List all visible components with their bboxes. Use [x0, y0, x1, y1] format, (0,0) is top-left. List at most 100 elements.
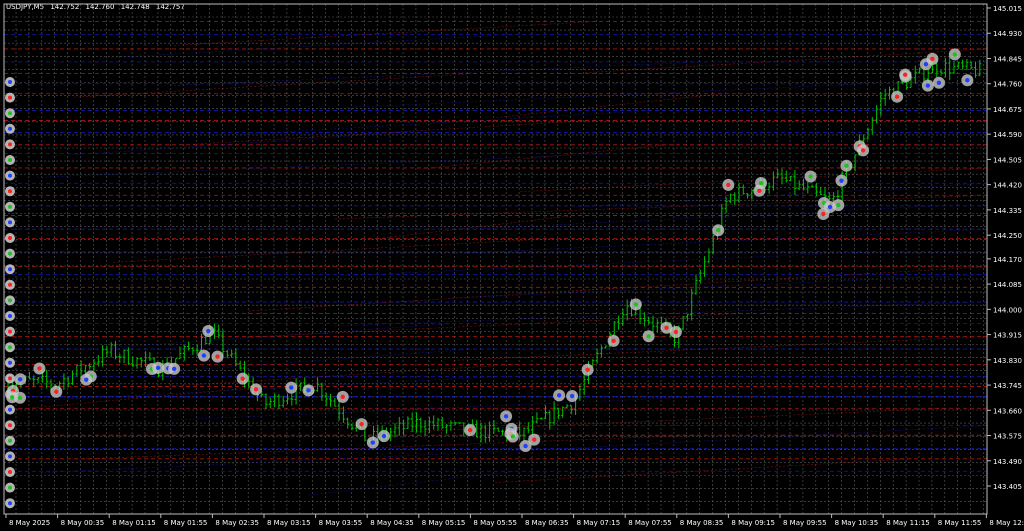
trade-marker-dot — [930, 56, 935, 62]
trade-marker-dot — [8, 314, 12, 318]
chart-grid — [4, 4, 987, 514]
price-tick-label: 144.420 — [993, 182, 1022, 190]
trade-connector — [51, 132, 404, 157]
price-chart[interactable]: 145.015 144.930 144.845 144.760 144.675 144.5… — [0, 0, 1024, 531]
trade-connector — [344, 251, 869, 276]
trade-marker-dot — [808, 174, 813, 179]
price-tick-label: 144.335 — [993, 207, 1022, 215]
time-tick-label: 8 May 07:15 — [577, 519, 621, 527]
price-tick-label: 143.490 — [993, 458, 1022, 466]
trade-marker-dot — [503, 414, 509, 419]
time-tick-label: 8 May 06:35 — [525, 519, 569, 527]
trade-marker-dot — [17, 395, 23, 400]
price-tick-label: 143.745 — [993, 382, 1022, 390]
trade-marker-dot — [8, 126, 12, 131]
trade-marker-dot — [370, 440, 376, 445]
trade-marker-dot — [201, 353, 207, 358]
time-tick-label: 8 May 11:55 — [938, 519, 982, 527]
trade-connector — [551, 425, 988, 450]
trade-marker-dot — [8, 501, 12, 506]
trade-marker-dot — [8, 345, 12, 350]
trade-lines — [4, 21, 988, 496]
price-tick-label: 144.085 — [993, 281, 1022, 289]
trade-connector — [447, 274, 988, 299]
trade-marker-dot — [8, 360, 12, 365]
trade-marker-dot — [585, 367, 590, 372]
trade-marker-dot — [381, 433, 387, 439]
trade-marker-dot — [836, 202, 841, 208]
price-tick-label: 143.660 — [993, 407, 1022, 415]
trade-marker-dot — [8, 454, 12, 459]
trade-marker-dot — [171, 366, 177, 372]
trade-marker-dot — [206, 328, 211, 334]
time-tick-label: 8 May 05:15 — [422, 519, 466, 527]
trade-marker-dot — [8, 204, 12, 209]
trade-connector — [371, 215, 575, 240]
price-tick-label: 143.405 — [993, 483, 1022, 491]
trade-connector — [405, 407, 947, 433]
trade-marker-dot — [84, 377, 89, 382]
trade-marker-dot — [860, 148, 866, 153]
trade-marker-dot — [844, 163, 849, 168]
trade-marker-dot — [839, 178, 844, 183]
trade-marker-dot — [556, 393, 562, 398]
trade-connector — [81, 434, 699, 460]
trade-marker-dot — [8, 189, 12, 194]
trade-marker-dot — [611, 338, 616, 344]
trade-marker-dot — [8, 111, 12, 116]
trade-marker-dot — [9, 395, 15, 400]
trade-marker-dot — [8, 80, 12, 84]
trade-marker-dot — [8, 376, 12, 381]
trade-connector — [334, 301, 975, 327]
candles — [6, 56, 982, 447]
trade-marker-dot — [253, 387, 259, 392]
trade-connector — [466, 228, 988, 254]
time-tick-label: 8 May 03:55 — [319, 519, 363, 527]
trade-marker-dot — [936, 80, 942, 86]
trade-connector — [4, 386, 266, 411]
trade-marker-dot — [37, 366, 42, 371]
trade-marker-dot — [673, 329, 679, 335]
trade-marker-dot — [306, 388, 311, 393]
chart-frame — [3, 3, 988, 515]
trade-marker-dot — [821, 211, 826, 217]
trade-marker-dot — [758, 180, 764, 186]
trade-connector — [308, 470, 516, 496]
trade-marker-dot — [8, 236, 12, 240]
trade-marker-dot — [8, 485, 12, 490]
trade-connector — [248, 287, 629, 312]
trade-marker-dot — [8, 438, 12, 443]
price-tick-label: 144.675 — [993, 106, 1022, 114]
trade-marker-dot — [8, 158, 12, 162]
price-tick-label: 144.590 — [993, 131, 1022, 139]
price-axis: 145.015 144.930 144.845 144.760 144.675 144.5… — [987, 5, 1022, 491]
trade-marker-dot — [289, 385, 294, 390]
trade-marker-dot — [240, 376, 245, 381]
trade-marker-dot — [215, 354, 220, 359]
trade-marker-dot — [8, 251, 12, 256]
trade-marker-dot — [569, 393, 575, 399]
trade-marker-dot — [359, 421, 364, 427]
time-tick-label: 8 May 11:15 — [886, 519, 930, 527]
time-tick-label: 8 May 01:15 — [112, 519, 156, 527]
trade-marker-dot — [8, 95, 12, 100]
trade-connector — [98, 34, 510, 59]
trade-marker-dot — [902, 72, 908, 77]
price-tick-label: 144.000 — [993, 306, 1022, 314]
price-tick-label: 144.505 — [993, 156, 1022, 164]
trade-connector — [136, 364, 518, 389]
trade-connector — [112, 323, 452, 348]
trade-connector — [44, 448, 562, 473]
trade-connector — [242, 110, 651, 135]
trade-marker-dot — [8, 329, 12, 334]
trade-marker-dot — [8, 267, 12, 272]
trade-marker-dot — [340, 394, 345, 400]
trade-marker-dot — [952, 52, 958, 57]
trade-marker-dot — [8, 282, 12, 287]
trade-marker-dot — [155, 365, 161, 371]
trade-marker-dot — [646, 334, 651, 339]
price-tick-label: 144.170 — [993, 256, 1022, 264]
time-tick-label: 8 May 08:35 — [680, 519, 724, 527]
trade-marker-dot — [510, 434, 516, 439]
trade-connector — [113, 238, 554, 263]
